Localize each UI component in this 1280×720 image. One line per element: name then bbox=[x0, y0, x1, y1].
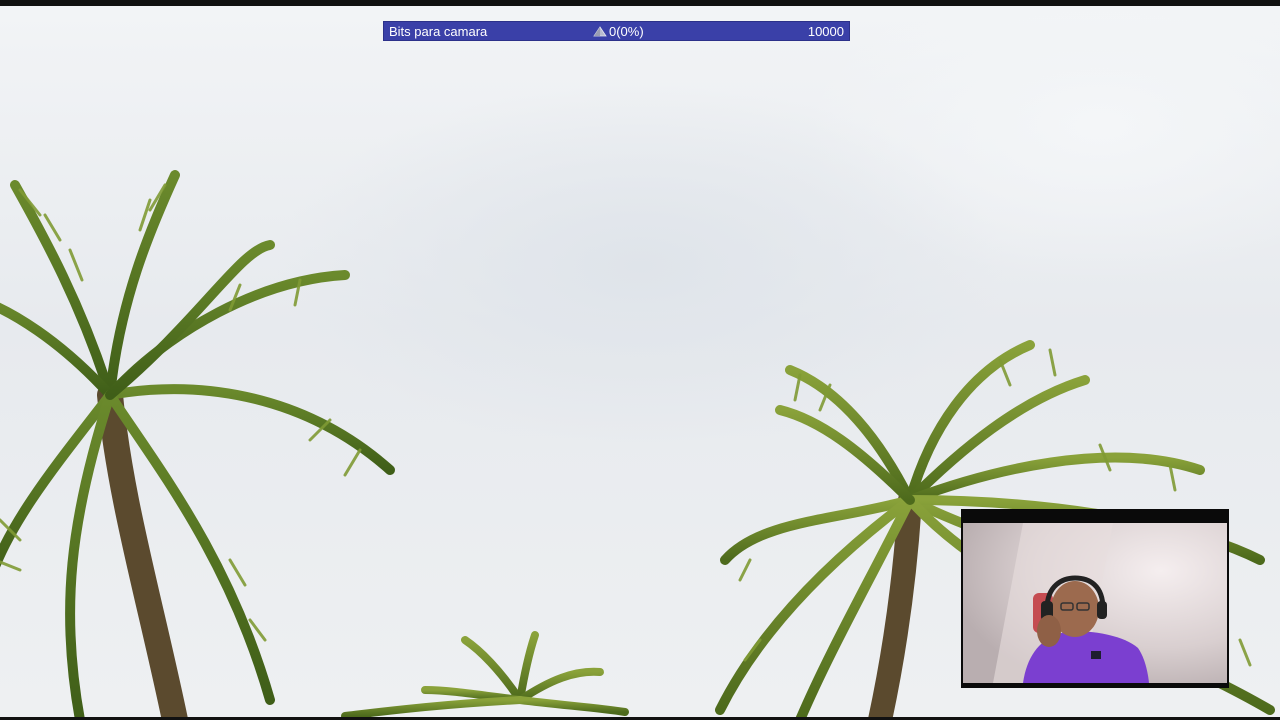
goal-progress-text: 0(0%) bbox=[609, 24, 644, 39]
bits-goal-bar: Bits para camara 0(0%) 10000 bbox=[383, 21, 850, 41]
webcam-feed bbox=[963, 523, 1227, 683]
goal-progress: 0(0%) bbox=[593, 24, 644, 39]
left-palm-tree bbox=[0, 170, 395, 720]
goal-title: Bits para camara bbox=[389, 24, 488, 39]
webcam-overlay bbox=[961, 509, 1229, 688]
goal-target: 10000 bbox=[807, 24, 844, 39]
bits-gem-icon bbox=[593, 25, 607, 36]
small-palm-tree bbox=[341, 631, 629, 720]
